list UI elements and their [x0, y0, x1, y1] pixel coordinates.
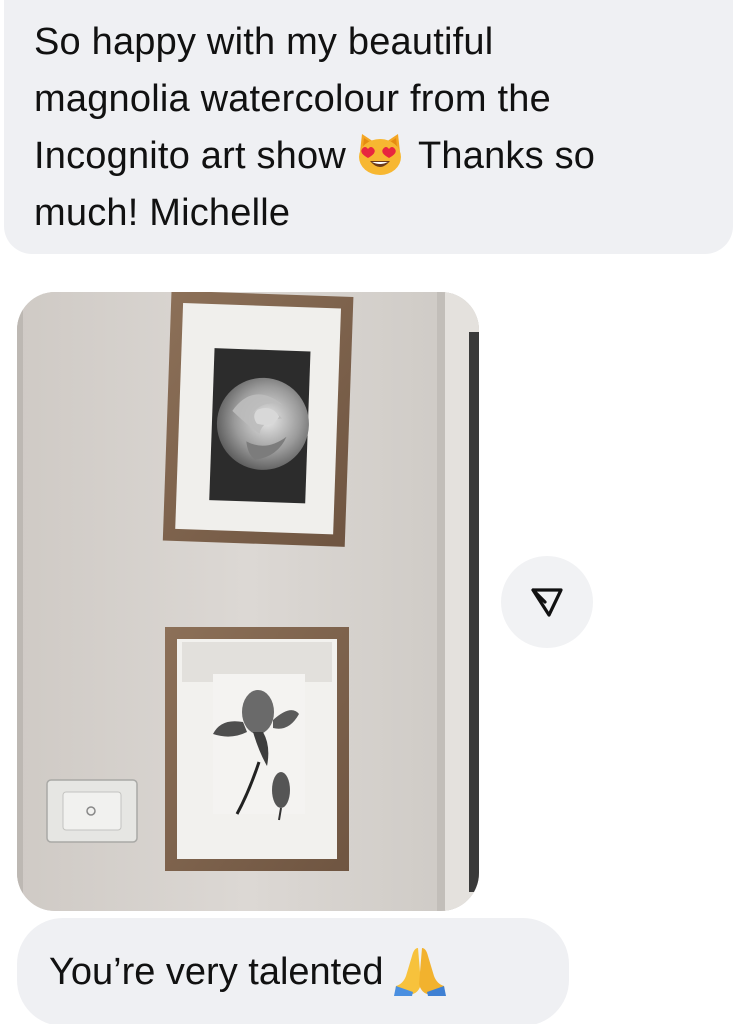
reply-text: You’re very talented: [49, 951, 384, 993]
chat-screen: So happy with my beautiful magnolia wate…: [0, 0, 733, 1024]
bottom-frame: [165, 627, 349, 871]
folded-hands-icon: [393, 930, 446, 996]
share-button[interactable]: [501, 556, 593, 648]
message-line-3b: Thanks so: [418, 135, 596, 177]
top-frame: [162, 292, 354, 547]
message-line-3a: Incognito art show: [34, 135, 346, 177]
message-line-1: So happy with my beautiful: [34, 21, 494, 63]
incoming-message-bubble[interactable]: So happy with my beautiful magnolia wate…: [4, 0, 733, 254]
smiling-cat-heart-eyes-icon: [356, 132, 404, 176]
message-line-2: magnolia watercolour from the: [34, 78, 551, 120]
message-line-4: much! Michelle: [34, 192, 291, 234]
light-switch: [46, 779, 138, 843]
share-arrow-icon: [531, 588, 563, 617]
photo-image: [17, 292, 479, 911]
message-line-3: Incognito art show Thanks so: [34, 128, 713, 185]
reply-message-bubble[interactable]: You’re very talented: [17, 918, 569, 1024]
photo-attachment[interactable]: [17, 292, 479, 911]
